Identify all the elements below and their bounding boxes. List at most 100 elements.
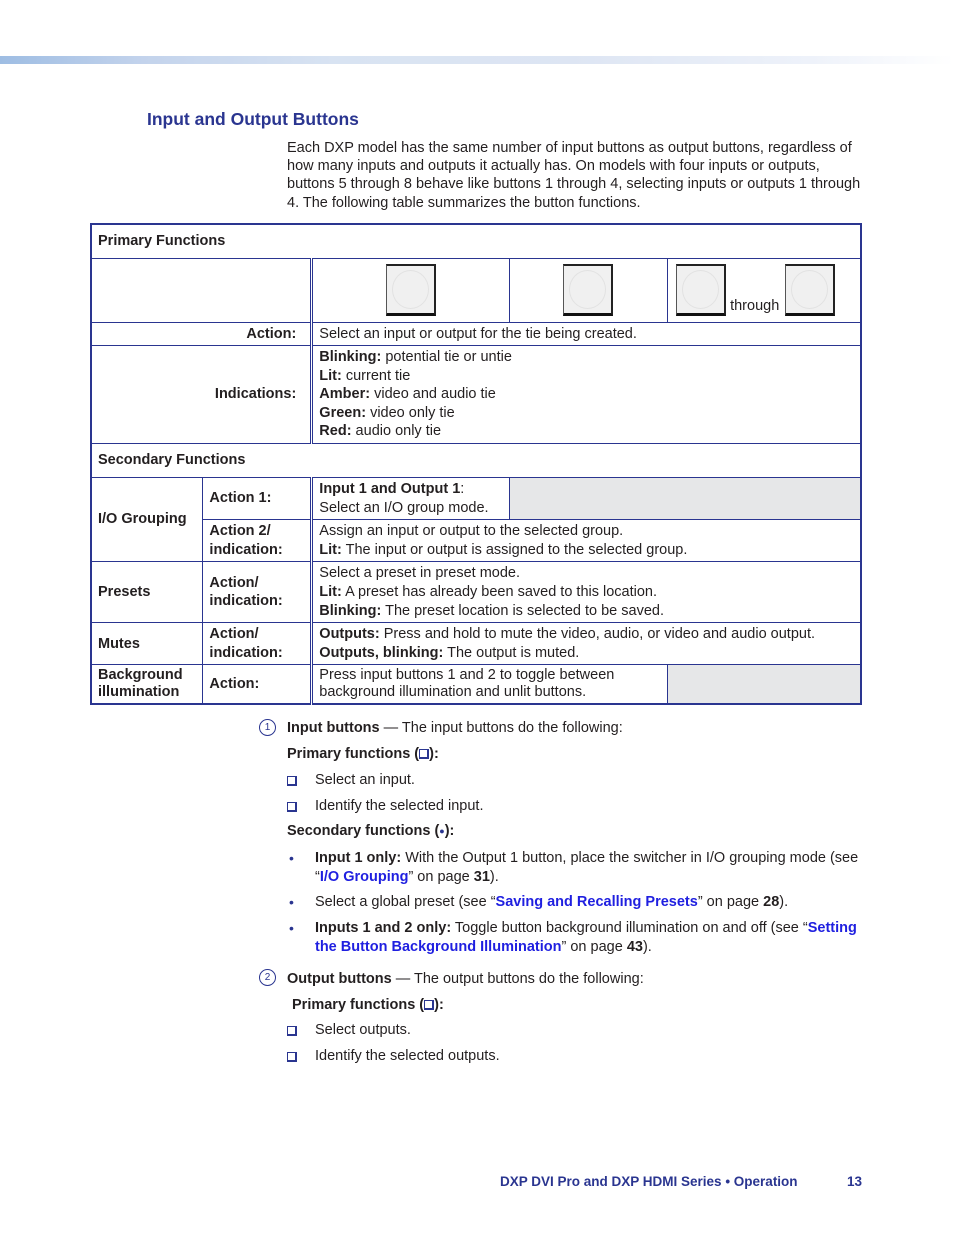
io-action1-desc: Select an I/O group mode. bbox=[319, 499, 489, 516]
label-text: ): bbox=[444, 823, 455, 839]
output-buttons-heading: Output buttons — The output buttons do t… bbox=[287, 971, 644, 987]
presets-line: Select a preset in preset mode. bbox=[319, 565, 520, 582]
indication-desc: potential tie or untie bbox=[381, 349, 512, 366]
io-grouping-row-2: Action 2/ indication: Assign an input or… bbox=[91, 519, 862, 563]
item-lead: Inputs 1 and 2 only: bbox=[315, 920, 452, 936]
indications-list: Blinking: potential tie or untie Lit: cu… bbox=[310, 345, 862, 445]
empty-cell bbox=[90, 257, 313, 323]
item-text: ” on page bbox=[697, 894, 764, 910]
mutes-term: Outputs, blinking: bbox=[319, 644, 444, 661]
output-buttons-desc: — The output buttons do the following: bbox=[391, 971, 644, 987]
button-image-cell-1 bbox=[310, 257, 510, 323]
presets-term: Blinking: bbox=[319, 602, 382, 619]
label-line: Action 2/ bbox=[209, 523, 271, 540]
button-icon bbox=[676, 264, 727, 316]
callout-2-icon: 2 bbox=[259, 969, 276, 986]
presets-row: Presets Action/ indication: Select a pre… bbox=[90, 561, 862, 624]
primary-functions-header-row: Primary Functions bbox=[90, 223, 862, 259]
header-gradient-bar bbox=[0, 56, 954, 64]
label-line: indication: bbox=[209, 541, 283, 558]
label-text: ): bbox=[429, 746, 439, 762]
secondary-functions-header: Secondary Functions bbox=[90, 443, 862, 479]
indication-item: Green: video only tie bbox=[319, 404, 854, 423]
mutes-label: Mutes bbox=[90, 622, 204, 666]
bullet-dot-icon: • bbox=[289, 850, 294, 866]
input-buttons-desc: — The input buttons do the following: bbox=[379, 720, 623, 736]
indication-term: Lit: bbox=[319, 367, 342, 384]
action-row: Action: Select an input or output for th… bbox=[90, 321, 862, 347]
presets-action-label: Action/ indication: bbox=[202, 561, 313, 624]
indication-item: Amber: video and audio tie bbox=[319, 385, 854, 404]
item-text: ). bbox=[642, 939, 652, 955]
page-ref: 28 bbox=[763, 894, 780, 910]
indication-item: Blinking: potential tie or untie bbox=[319, 348, 854, 367]
background-row: Background illumination Action: Press in… bbox=[90, 664, 862, 705]
item-text: ). bbox=[779, 894, 789, 910]
presets-label: Presets bbox=[90, 561, 204, 624]
io-action2-text: Assign an input or output to the selecte… bbox=[310, 519, 862, 563]
input-secondary-item: Inputs 1 and 2 only: Toggle button backg… bbox=[315, 919, 870, 957]
action-label: Action: bbox=[90, 321, 313, 347]
mutes-desc: The output is muted. bbox=[443, 644, 580, 661]
bullet-dot-icon: • bbox=[289, 894, 294, 910]
indication-term: Amber: bbox=[319, 386, 371, 403]
primary-functions-header: Primary Functions bbox=[90, 223, 862, 259]
item-text: Identify the selected outputs. bbox=[315, 1048, 500, 1064]
io-grouping-label: I/O Grouping bbox=[90, 477, 204, 563]
item-text: Toggle button background illumination on… bbox=[451, 920, 808, 936]
checkbox-square-icon bbox=[419, 749, 430, 759]
button-icon bbox=[385, 264, 436, 316]
checkbox-square-icon bbox=[287, 1052, 297, 1062]
label-line: Action/ bbox=[209, 626, 259, 643]
item-text: Select an input. bbox=[315, 772, 415, 788]
item-text: Select a global preset (see “ bbox=[315, 894, 496, 910]
callout-1-icon: 1 bbox=[259, 719, 276, 736]
item-text: ” on page bbox=[561, 939, 627, 955]
label-text: Primary functions ( bbox=[287, 746, 420, 762]
presets-text: Select a preset in preset mode. Lit: A p… bbox=[310, 561, 862, 624]
page-ref: 43 bbox=[626, 939, 643, 955]
indication-term: Blinking: bbox=[319, 349, 382, 366]
background-text: Press input buttons 1 and 2 to toggle be… bbox=[310, 664, 669, 705]
input-buttons-title: Input buttons bbox=[287, 720, 380, 736]
io-action2-label: Action 2/ indication: bbox=[202, 519, 313, 563]
indications-label: Indications: bbox=[90, 345, 313, 445]
indication-desc: video only tie bbox=[366, 404, 455, 421]
checkbox-square-icon bbox=[287, 802, 297, 812]
button-images-row: through bbox=[90, 257, 862, 323]
action-text: Select an input or output for the tie be… bbox=[310, 321, 862, 347]
page-ref: 31 bbox=[473, 869, 490, 885]
intro-paragraph: Each DXP model has the same number of in… bbox=[287, 140, 861, 211]
label-line: indication: bbox=[209, 593, 283, 610]
shaded-empty-cell bbox=[508, 477, 862, 521]
indication-desc: current tie bbox=[341, 367, 411, 384]
indications-row: Indications: Blinking: potential tie or … bbox=[90, 345, 862, 445]
io-action2-line: Assign an input or output to the selecte… bbox=[319, 523, 624, 540]
mutes-term: Outputs: bbox=[319, 626, 380, 643]
shaded-empty-cell bbox=[667, 664, 862, 705]
background-line: background illumination and unlit button… bbox=[319, 684, 587, 701]
input-secondary-item: Input 1 only: With the Output 1 button, … bbox=[315, 849, 870, 887]
bullet-dot-icon: • bbox=[289, 920, 294, 936]
mutes-desc: Press and hold to mute the video, audio,… bbox=[379, 626, 816, 643]
saving-presets-link[interactable]: Saving and Recalling Presets bbox=[496, 894, 698, 910]
io-action1-text: Input 1 and Output 1: Select an I/O grou… bbox=[310, 477, 510, 521]
io-action1-term: Input 1 and Output 1 bbox=[319, 481, 461, 498]
input-primary-label: Primary functions (): bbox=[287, 746, 439, 762]
output-buttons-title: Output buttons bbox=[287, 971, 392, 987]
io-grouping-link[interactable]: I/O Grouping bbox=[320, 869, 409, 885]
indication-item: Red: audio only tie bbox=[319, 422, 854, 441]
item-text: ). bbox=[489, 869, 499, 885]
mutes-text: Outputs: Press and hold to mute the vide… bbox=[310, 622, 862, 666]
presets-desc: A preset has already been saved to this … bbox=[341, 584, 658, 601]
button-icon bbox=[563, 264, 614, 316]
io-action2-desc: The input or output is assigned to the s… bbox=[341, 541, 688, 558]
section-title: Input and Output Buttons bbox=[147, 109, 359, 129]
label-line: Action/ bbox=[209, 574, 259, 591]
input-buttons-heading: Input buttons — The input buttons do the… bbox=[287, 720, 623, 736]
checkbox-square-icon bbox=[424, 1000, 435, 1010]
checkbox-square-icon bbox=[287, 1026, 297, 1036]
io-action1-label: Action 1: bbox=[202, 477, 313, 521]
presets-desc: The preset location is selected to be sa… bbox=[381, 602, 664, 619]
button-icon bbox=[785, 264, 836, 316]
